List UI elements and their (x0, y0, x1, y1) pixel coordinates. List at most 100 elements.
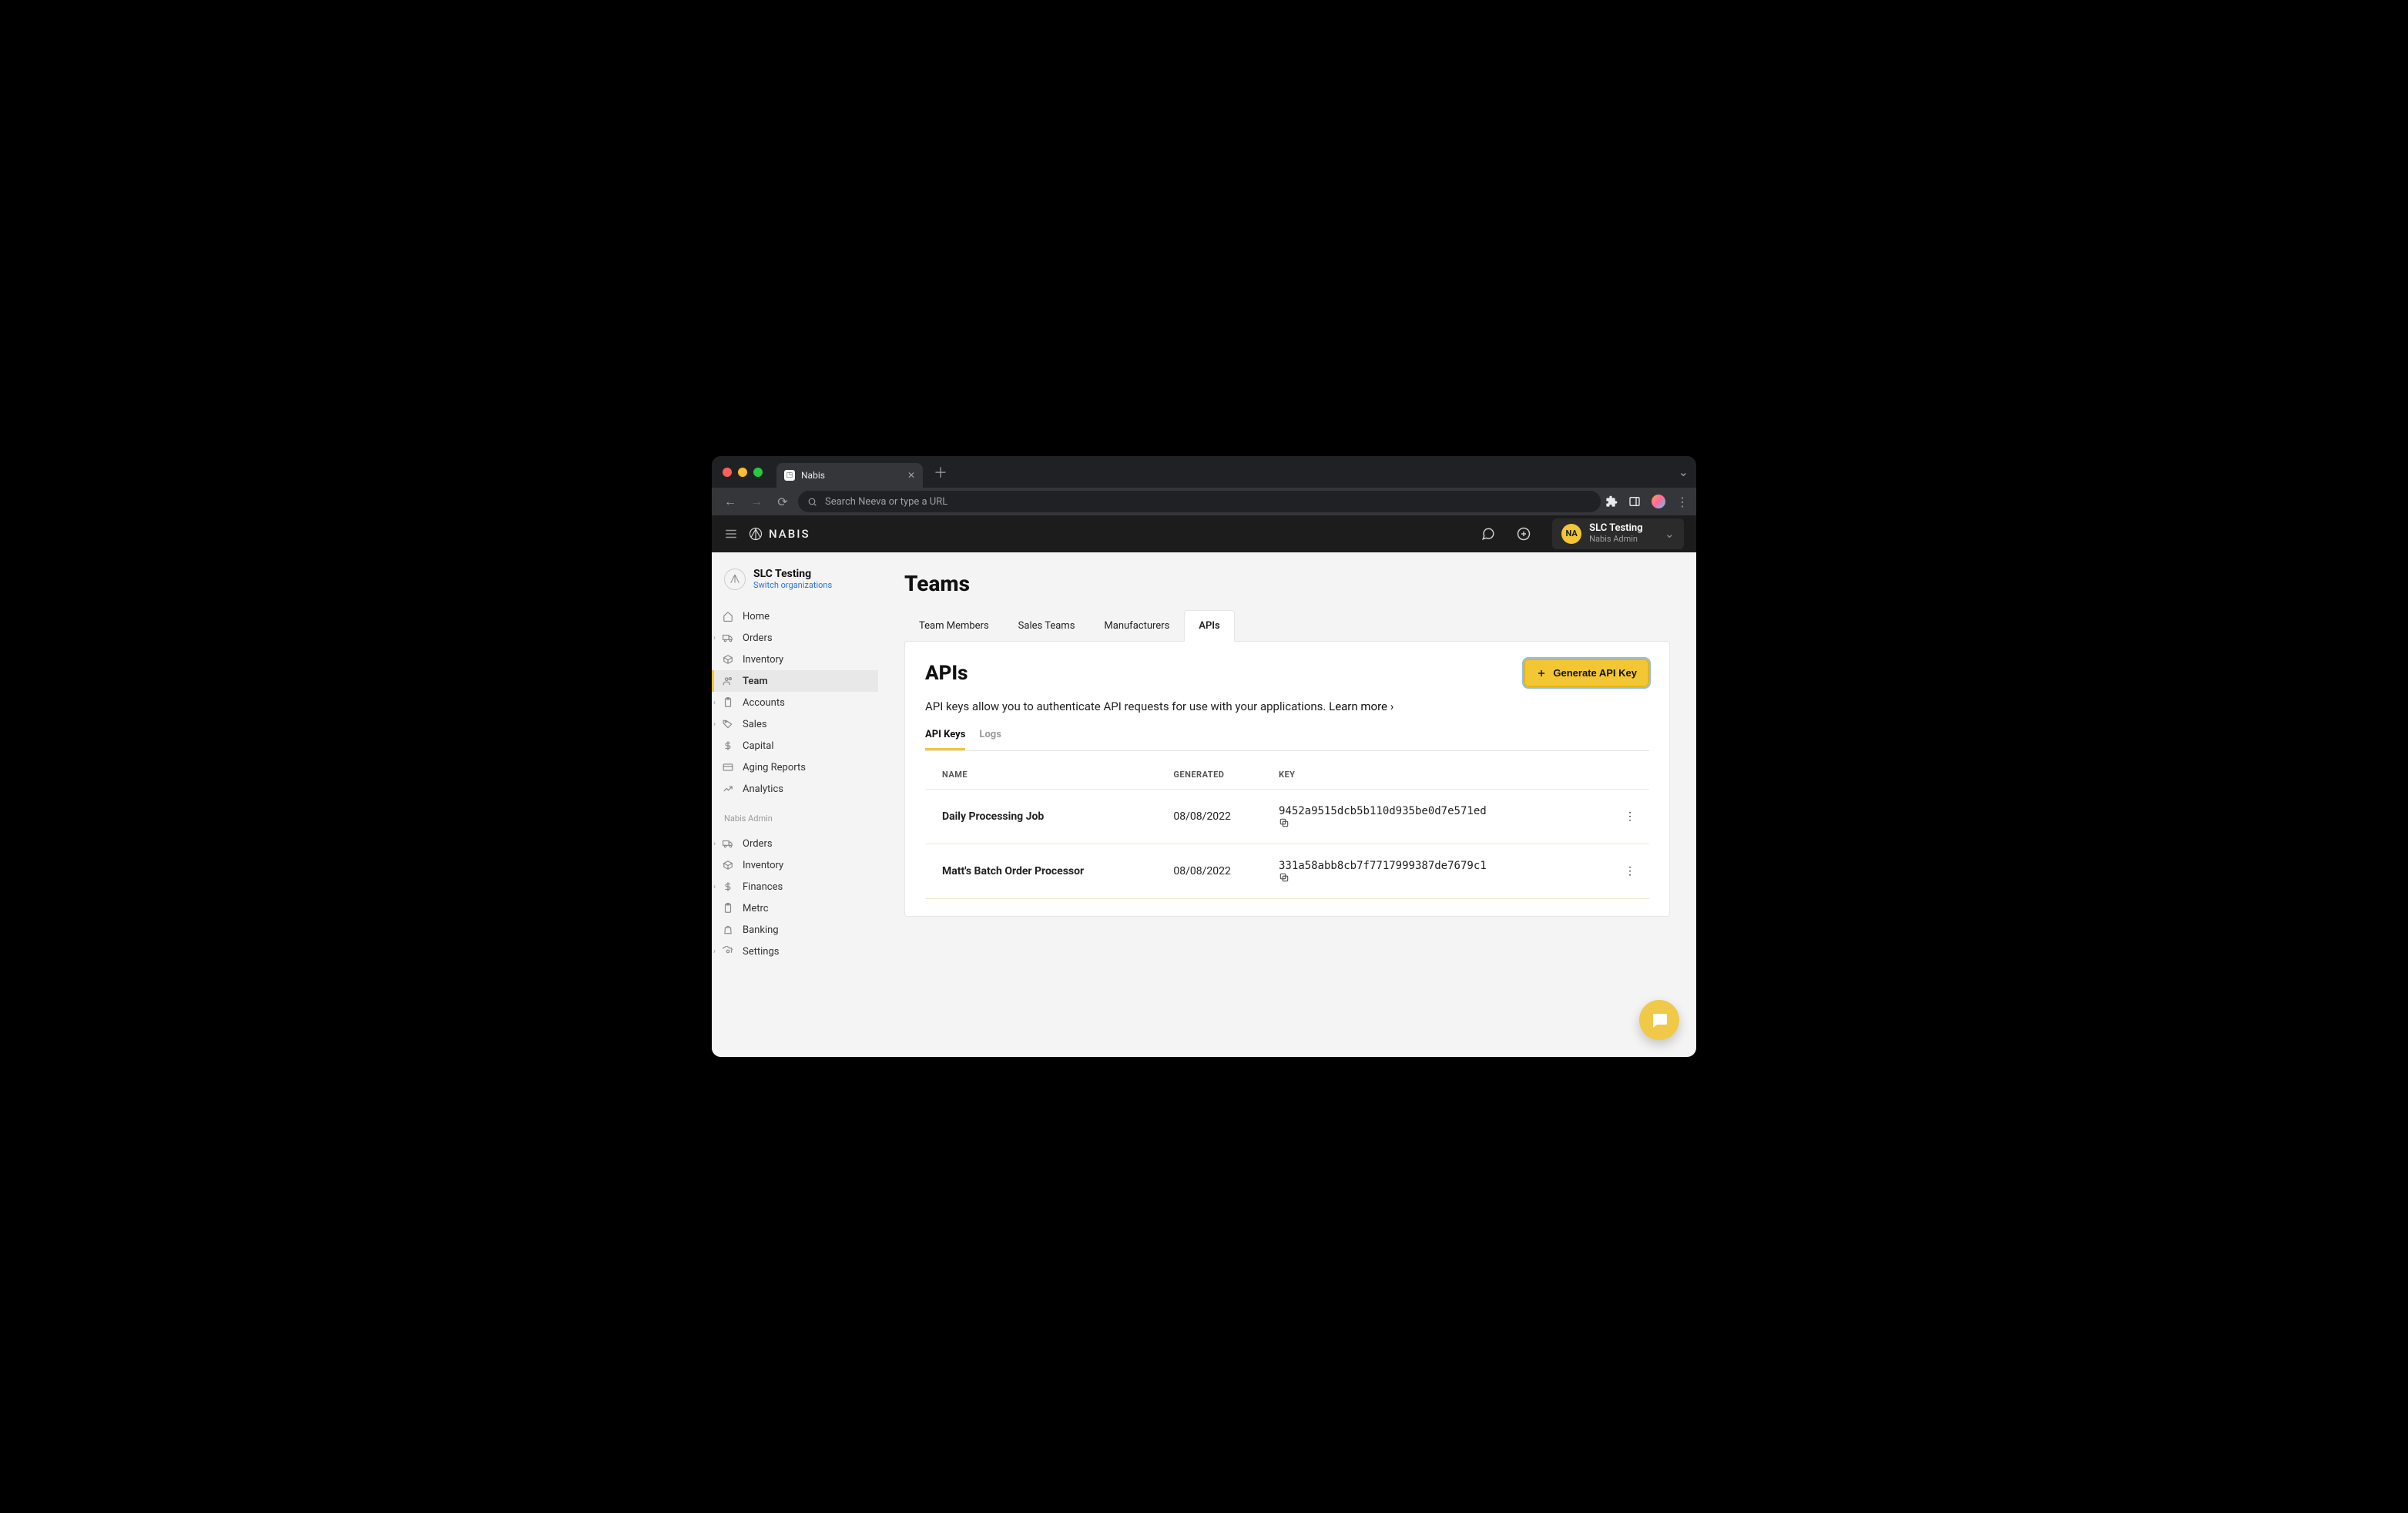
browser-tabstrip: ◳ Nabis ✕ ＋ ⌄ (712, 456, 1696, 488)
back-button[interactable]: ← (719, 494, 741, 509)
sidebar-item-inventory[interactable]: Inventory (712, 854, 878, 876)
extensions-icon[interactable] (1605, 495, 1618, 508)
learn-more-link[interactable]: Learn more › (1329, 699, 1393, 713)
row-key: 331a58abb8cb7f7717999387de7679c1 (1271, 844, 1602, 899)
nav-label: Sales (743, 719, 767, 730)
row-menu-button[interactable]: ⋮ (1602, 790, 1649, 844)
tag-icon (723, 719, 735, 730)
sidebar-org-name: SLC Testing (753, 568, 832, 580)
nav-label: Orders (743, 838, 773, 850)
apis-card: APIs Generate API Key API keys allow you… (904, 641, 1670, 917)
row-key: 9452a9515dcb5b110d935be0d7e571ed (1271, 790, 1602, 844)
browser-actions: ⋮ (1605, 495, 1689, 509)
org-badge: NA (1561, 524, 1581, 544)
browser-tab[interactable]: ◳ Nabis ✕ (776, 463, 923, 488)
close-icon[interactable] (723, 468, 732, 477)
org-switcher[interactable]: NA SLC Testing Nabis Admin ⌄ (1552, 518, 1684, 549)
add-icon[interactable] (1517, 527, 1541, 541)
chevron-right-icon: › (713, 699, 716, 707)
section-tabs: Team MembersSales TeamsManufacturersAPIs (904, 610, 1670, 642)
nav-label: Analytics (743, 783, 783, 795)
subtab-api-keys[interactable]: API Keys (925, 729, 965, 750)
profile-avatar-icon[interactable] (1652, 495, 1665, 508)
sidebar-item-finances[interactable]: › Finances (712, 876, 878, 897)
nav-label: Inventory (743, 860, 783, 871)
brand-logo[interactable]: NABIS (749, 527, 810, 541)
support-chat-button[interactable] (1639, 1000, 1679, 1040)
sidebar-item-settings[interactable]: ›Settings (712, 941, 878, 962)
copy-icon[interactable] (1279, 817, 1595, 828)
chat-bubble-icon (1650, 1011, 1668, 1029)
panel-icon[interactable] (1628, 495, 1641, 508)
sidebar-item-capital[interactable]: Capital (712, 735, 878, 756)
url-placeholder: Search Neeva or type a URL (825, 496, 947, 508)
sidebar-org[interactable]: SLC Testing Switch organizations (712, 568, 878, 601)
subtab-logs[interactable]: Logs (979, 729, 1001, 750)
sidebar-item-analytics[interactable]: Analytics (712, 778, 878, 800)
nav-label: Banking (743, 924, 779, 936)
sidebar-item-accounts[interactable]: › Accounts (712, 692, 878, 713)
brand-icon (749, 527, 763, 541)
reload-button[interactable]: ⟳ (772, 495, 793, 509)
dollar-icon (723, 881, 735, 892)
nav-label: Finances (743, 881, 783, 893)
chat-icon[interactable] (1481, 527, 1506, 541)
app-body: SLC Testing Switch organizations Home › Or… (712, 552, 1696, 1057)
sidebar-item-metrc[interactable]: Metrc (712, 897, 878, 919)
chevron-right-icon: › (713, 883, 716, 891)
sidebar-item-orders[interactable]: › Orders (712, 833, 878, 854)
forward-button[interactable]: → (746, 494, 767, 509)
browser-menu-icon[interactable]: ⋮ (1676, 495, 1689, 509)
copy-icon[interactable] (1279, 872, 1595, 883)
menu-toggle-button[interactable] (724, 527, 738, 541)
api-keys-table: NAME GENERATED KEY Daily Processing Job0… (925, 760, 1649, 899)
tab-sales-teams[interactable]: Sales Teams (1004, 610, 1090, 642)
chevron-right-icon: › (713, 948, 716, 956)
row-menu-button[interactable]: ⋮ (1602, 844, 1649, 899)
table-row: Matt's Batch Order Processor08/08/202233… (925, 844, 1649, 899)
nav-label: Accounts (743, 697, 785, 709)
switch-org-link[interactable]: Switch organizations (753, 580, 832, 590)
chevron-right-icon: › (713, 840, 716, 848)
sidebar-item-banking[interactable]: Banking (712, 919, 878, 941)
col-key: KEY (1271, 760, 1602, 790)
section-description: API keys allow you to authenticate API r… (925, 699, 1649, 713)
nav-primary: Home›OrdersInventory Team › Accounts › Sales C… (712, 601, 878, 800)
box-icon (723, 860, 735, 871)
row-name: Daily Processing Job (925, 790, 1165, 844)
tabs-overflow-icon[interactable]: ⌄ (1679, 465, 1689, 479)
col-name: NAME (925, 760, 1165, 790)
tab-close-icon[interactable]: ✕ (907, 470, 915, 481)
sidebar-item-inventory[interactable]: Inventory (712, 649, 878, 670)
tab-title: Nabis (801, 470, 825, 481)
tab-manufacturers[interactable]: Manufacturers (1089, 610, 1184, 642)
tab-team-members[interactable]: Team Members (904, 610, 1004, 642)
window-controls[interactable] (723, 468, 763, 477)
nav-label: Team (743, 676, 768, 687)
truck-icon (723, 632, 735, 643)
sidebar: SLC Testing Switch organizations Home › Or… (712, 552, 878, 1057)
org-name: SLC Testing (1589, 523, 1642, 535)
sidebar-item-orders[interactable]: ›Orders (712, 627, 878, 649)
clipboard-icon (723, 903, 735, 914)
url-input[interactable]: Search Neeva or type a URL (798, 491, 1601, 512)
sidebar-item-aging-reports[interactable]: Aging Reports (712, 756, 878, 778)
truck-icon (723, 838, 735, 849)
new-tab-button[interactable]: ＋ (929, 462, 952, 482)
maximize-icon[interactable] (753, 468, 763, 477)
sidebar-item-sales[interactable]: › Sales (712, 713, 878, 735)
sidebar-item-team[interactable]: Team (712, 670, 878, 692)
tab-apis[interactable]: APIs (1184, 610, 1234, 642)
chevron-right-icon: › (713, 720, 716, 729)
nav-admin: › Orders Inventory › Finances Metrc Banking ›Se… (712, 828, 878, 962)
gear-icon (723, 946, 735, 957)
brand-name: NABIS (769, 527, 810, 541)
search-icon (807, 497, 817, 507)
generate-api-key-button[interactable]: Generate API Key (1524, 659, 1649, 687)
sidebar-item-home[interactable]: Home (712, 606, 878, 627)
bag-icon (723, 924, 735, 935)
minimize-icon[interactable] (738, 468, 747, 477)
tab-favicon-icon: ◳ (784, 470, 795, 481)
trend-icon (723, 783, 735, 794)
col-generated: GENERATED (1165, 760, 1271, 790)
